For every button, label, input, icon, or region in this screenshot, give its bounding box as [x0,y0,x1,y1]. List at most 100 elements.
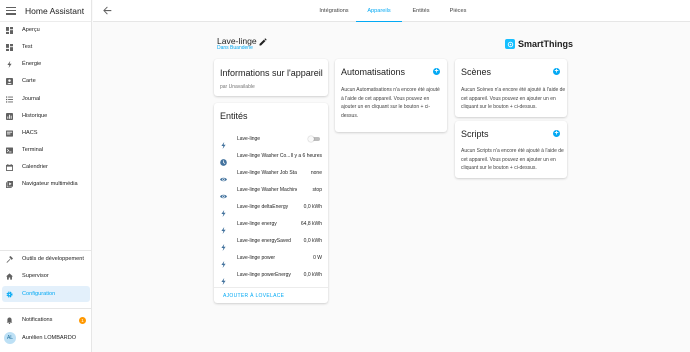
entity-name: Lave-linge powerEnergy [237,272,291,278]
entity-value: 0,0 kWh [303,272,322,278]
bell-icon [6,317,13,324]
sidebar-item-label: Notifications [22,317,53,323]
sidebar-item-label: Aperçu [22,27,40,33]
sidebar-item-label: Calendrier [22,164,48,170]
sidebar-item-hacs[interactable]: HACS [0,125,92,141]
hammer-icon [6,255,13,263]
sidebar-item-configuration[interactable]: Configuration [2,286,90,302]
sidebar-item-terminal[interactable]: Terminal [0,142,92,158]
sidebar-item-label: Configuration [22,291,56,297]
smartthings-icon [505,39,515,49]
entity-row[interactable]: Lave-linge [214,131,328,149]
entity-name: Lave-linge Washer Co... [237,153,291,159]
dashboard-icon [6,26,13,34]
device-area-link[interactable]: Dans Buanderie [217,45,253,51]
notification-badge: 1 [79,316,86,324]
tab-appareils[interactable]: Appareils [356,0,402,22]
entity-name: Lave-linge energySaved [237,238,291,244]
entity-name: Lave-linge deltaEnergy [237,204,289,210]
terminal-icon [6,146,13,154]
card-title: Automatisations [341,67,406,77]
entity-row[interactable]: Lave-linge deltaEnergy 0,0 kWh [214,199,328,217]
sidebar-item-label: Test [22,44,33,50]
gear-icon [6,291,13,298]
entity-value: 0,0 kWh [303,238,322,244]
tab-integrations[interactable]: Intégrations [311,0,357,22]
entity-value: 64,8 kWh [300,221,322,227]
media-icon [6,180,13,188]
account-box-icon [6,77,13,85]
entity-row[interactable]: Lave-linge Washer Machine St... stop [214,182,328,199]
tab-entites[interactable]: Entités [403,0,439,22]
add-automation-button[interactable]: + [433,68,440,75]
device-info-card: Informations sur l'appareil par Unavaila… [214,59,328,96]
entity-name: Lave-linge Washer Job State [237,170,297,176]
add-script-button[interactable]: + [553,130,560,137]
sidebar-item-apercu[interactable]: Aperçu [0,22,92,38]
sidebar-item-user[interactable]: AL Aurélien LOMBARDO [0,329,92,347]
sidebar-item-label: Journal [22,96,41,102]
sidebar-item-label: Énergie [22,61,42,67]
automations-card: Automatisations + Aucun Automatisations … [335,59,447,132]
entity-row[interactable]: Lave-linge energySaved 0,0 kWh [214,233,328,251]
entity-name: Lave-linge [237,136,261,142]
scripts-card: Scripts + Aucun Scripts n'a encore été a… [455,121,567,178]
sidebar-item-label: Carte [22,78,36,84]
lightning-icon [220,221,227,234]
tab-pieces[interactable]: Pièces [440,0,476,22]
avatar: AL [4,332,16,344]
entity-value: stop [312,187,322,193]
sidebar-item-label: Navigateur multimédia [22,181,78,187]
sidebar-item-navigateur[interactable]: Navigateur multimédia [0,176,92,192]
app-title: Home Assistant [25,5,85,16]
entity-toggle[interactable] [308,136,321,142]
card-divider [214,287,328,288]
sidebar-item-label: Supervisor [22,273,49,279]
entity-row[interactable]: Lave-linge power 0 W [214,250,328,268]
sidebar-item-historique[interactable]: Historique [0,108,92,124]
back-arrow-icon[interactable] [103,6,112,15]
active-tab-indicator [356,20,402,22]
sidebar-header: Home Assistant [0,0,91,22]
home-icon [6,272,13,280]
add-scene-button[interactable]: + [553,68,560,75]
sidebar-item-calendrier[interactable]: Calendrier [0,159,92,175]
menu-icon[interactable] [6,6,16,15]
sidebar-item-label: HACS [22,130,38,136]
lightning-icon [220,238,227,251]
user-name: Aurélien LOMBARDO [22,335,77,341]
entity-row[interactable]: Lave-linge Washer Co... Il y a 6 heures [214,148,328,166]
sidebar-item-supervisor[interactable]: Supervisor [0,268,92,284]
empty-state-text: Aucun Automatisations n'a encore été ajo… [341,87,440,119]
card-title: Scripts [461,129,489,139]
smartthings-logo: SmartThings [505,39,573,49]
sidebar-item-energie[interactable]: Énergie [0,56,92,72]
card-title: Informations sur l'appareil [220,68,323,78]
sidebar-item-journal[interactable]: Journal [0,91,92,107]
sidebar-item-carte[interactable]: Carte [0,73,92,89]
card-title: Scènes [461,67,492,77]
lightning-icon [220,255,227,268]
sidebar-item-notifications[interactable]: Notifications 1 [0,312,92,328]
entity-row[interactable]: Lave-linge Washer Job State none [214,165,328,182]
list-icon [6,95,13,103]
edit-pencil-icon[interactable] [259,38,267,46]
lightning-icon [220,204,227,217]
brand-name: SmartThings [518,39,574,49]
clock-icon [220,153,227,166]
sidebar-item-test[interactable]: Test [0,39,92,55]
empty-state-text: Aucun Scripts n'a encore été ajouté à l'… [461,148,564,171]
sidebar-divider [0,308,92,309]
lightning-icon [220,272,227,285]
entity-row[interactable]: Lave-linge powerEnergy 0,0 kWh [214,267,328,285]
manufacturer-text: par Unavailable [220,84,255,90]
lightning-icon [220,136,227,149]
entity-name: Lave-linge power [237,255,276,261]
sidebar-item-label: Terminal [22,147,44,153]
top-bar: Intégrations Appareils Entités Pièces [93,0,690,22]
sidebar-item-outils[interactable]: Outils de développement [0,251,92,267]
entity-row[interactable]: Lave-linge energy 64,8 kWh [214,216,328,234]
dashboard-icon [6,43,13,51]
hacs-icon [6,129,13,137]
add-to-lovelace-button[interactable]: AJOUTER À LOVELACE [223,293,284,299]
